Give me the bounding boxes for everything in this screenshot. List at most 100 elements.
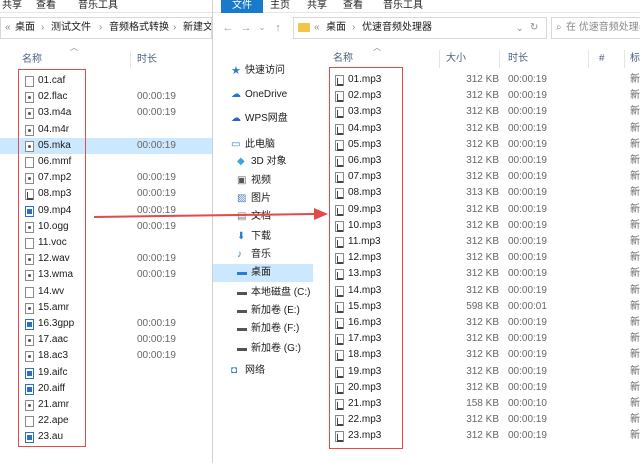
download-icon: ⬇ [237, 231, 246, 242]
network-icon: ◘ [231, 365, 238, 376]
breadcrumb-item[interactable]: 桌面 [326, 18, 346, 38]
file-duration: 00:00:19 [508, 430, 547, 442]
nav-item-label: 桌面 [251, 267, 271, 278]
breadcrumb-item[interactable]: 音频格式转换 [109, 18, 169, 38]
file-size: 312 KB [466, 138, 499, 150]
file-size: 312 KB [466, 365, 499, 377]
ribbon-tab-music-tools[interactable]: 音乐工具 [383, 0, 423, 13]
ribbon-tab-home[interactable]: 主页 [270, 0, 290, 13]
desktop-icon: ▬ [237, 267, 247, 278]
drive-icon: ▬ [237, 305, 247, 316]
file-title: 新 [630, 430, 640, 442]
file-title: 新 [630, 349, 640, 361]
col-header-name[interactable]: 名称 [22, 51, 42, 69]
star-icon: ★ [231, 65, 241, 77]
nav-item[interactable]: ▣ 视频 [213, 172, 313, 190]
chevron-right-icon: › [41, 22, 45, 33]
nav-item-label: 下载 [251, 231, 271, 242]
pc-icon: ▭ [231, 139, 241, 150]
file-size: 598 KB [466, 300, 499, 312]
nav-item-label: 网络 [245, 365, 265, 376]
nav-item[interactable]: ◘ 网络 [213, 362, 313, 380]
dropdown-chevron-icon[interactable]: ⌄ [516, 18, 524, 38]
col-divider [624, 50, 625, 68]
ribbon-tab-view[interactable]: 查看 [36, 0, 56, 13]
breadcrumb-item[interactable]: 测试文件 [51, 18, 91, 38]
ribbon-tab-share[interactable]: 共享 [2, 0, 22, 13]
nav-item[interactable]: ▬ 桌面 [213, 264, 313, 282]
nav-item-label: WPS网盘 [245, 113, 288, 124]
nav-item-label: 本地磁盘 (C:) [251, 287, 311, 298]
file-duration: 00:00:19 [508, 138, 547, 150]
file-size: 312 KB [466, 381, 499, 393]
nav-item[interactable]: ◆ 3D 对象 [213, 153, 313, 171]
nav-item[interactable]: ▬ 新加卷 (G:) [213, 340, 313, 358]
back-arrow-icon[interactable]: ← [219, 17, 237, 39]
file-duration: 00:00:19 [137, 334, 176, 346]
breadcrumb-item[interactable]: 优速音频处理器 [362, 18, 432, 38]
file-title: 新 [630, 317, 640, 328]
col-divider [588, 50, 589, 68]
col-divider [499, 50, 500, 68]
file-size: 312 KB [466, 284, 499, 296]
col-header-name[interactable]: 名称 [333, 50, 353, 68]
file-title: 新 [630, 398, 640, 409]
refresh-icon[interactable]: ↻ [530, 18, 538, 38]
file-title: 新 [630, 252, 640, 264]
nav-item[interactable]: ♪ 音乐 [213, 246, 313, 264]
file-size: 312 KB [466, 333, 499, 345]
nav-item[interactable]: ▬ 新加卷 (F:) [213, 320, 313, 338]
nav-item[interactable]: ▨ 图片 [213, 190, 313, 208]
nav-item-label: 新加卷 (E:) [251, 305, 300, 316]
highlight-box [18, 69, 86, 447]
ribbon-tab-share[interactable]: 共享 [307, 0, 327, 13]
file-title: 新 [630, 138, 640, 150]
file-duration: 00:00:19 [508, 187, 547, 199]
col-header-title[interactable]: 标 [630, 50, 640, 68]
right-ribbon: 文件 主页 共享 查看 音乐工具 [213, 0, 640, 13]
nav-item-label: 新加卷 (F:) [251, 323, 300, 334]
ribbon-tab-file[interactable]: 文件 [221, 0, 263, 13]
col-header-duration[interactable]: 时长 [137, 51, 157, 69]
chevron-right-icon: › [99, 22, 103, 33]
chevron-right-icon: › [173, 22, 177, 33]
nav-item[interactable]: ☁ WPS网盘 [213, 110, 313, 128]
col-header-duration[interactable]: 时长 [508, 50, 528, 68]
file-title: 新 [630, 74, 640, 85]
file-duration: 00:00:19 [508, 284, 547, 296]
file-duration: 00:00:19 [137, 269, 176, 281]
file-duration: 00:00:19 [508, 365, 547, 377]
search-placeholder: 在 优速音频处理器 中 [566, 22, 640, 33]
file-size: 312 KB [466, 349, 499, 361]
ribbon-tab-view[interactable]: 查看 [343, 0, 363, 13]
file-duration: 00:00:19 [137, 350, 176, 362]
nav-item[interactable]: ▬ 本地磁盘 (C:) [213, 284, 313, 302]
col-header-size[interactable]: 大小 [446, 50, 466, 68]
drive-icon: ▬ [237, 323, 247, 334]
col-header-track-number[interactable]: # [599, 50, 605, 68]
nav-item[interactable]: ☁ OneDrive [213, 86, 313, 104]
cloud-icon: ☁ [231, 89, 241, 100]
left-address-bar[interactable]: « 桌面 › 测试文件 › 音频格式转换 › 新建文 [0, 17, 212, 39]
up-arrow-icon[interactable]: ↑ [269, 17, 287, 39]
file-size: 312 KB [466, 268, 499, 280]
folder-icon [298, 23, 310, 32]
file-title: 新 [630, 171, 640, 183]
nav-item[interactable]: ▭ 此电脑 [213, 136, 313, 154]
file-title: 新 [630, 155, 640, 166]
nav-item[interactable]: ★ 快速访问 [213, 62, 313, 80]
breadcrumb-item[interactable]: 桌面 [15, 18, 35, 38]
breadcrumb-item[interactable]: 新建文 [183, 18, 211, 38]
file-duration: 00:00:19 [137, 172, 176, 184]
file-duration: 00:00:19 [137, 139, 176, 151]
search-input[interactable]: ⌕ 在 优速音频处理器 中 [551, 17, 640, 39]
nav-item[interactable]: ⬇ 下载 [213, 228, 313, 246]
nav-item[interactable]: ▬ 新加卷 (E:) [213, 302, 313, 320]
right-address-bar[interactable]: « 桌面 › 优速音频处理器 ⌄ ↻ [293, 17, 547, 39]
ribbon-tab-music-tools[interactable]: 音乐工具 [78, 0, 118, 13]
file-size: 312 KB [466, 155, 499, 166]
file-size: 312 KB [466, 252, 499, 264]
file-duration: 00:00:19 [508, 74, 547, 85]
file-size: 312 KB [466, 317, 499, 328]
file-title: 新 [630, 300, 640, 312]
